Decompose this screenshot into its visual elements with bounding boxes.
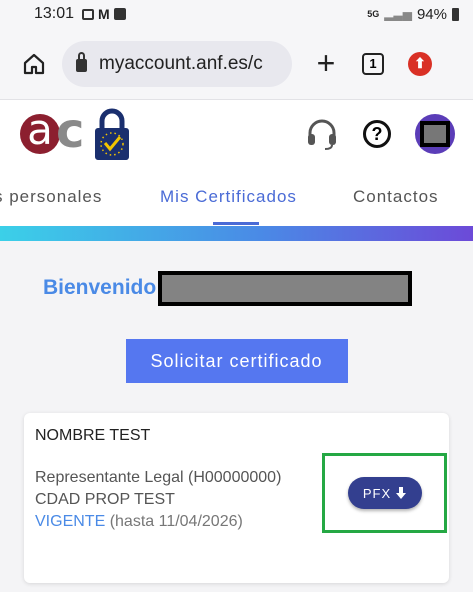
logo-c-mark: c (56, 103, 85, 159)
system-icons: 5G ▂▃▅ 94% (367, 6, 459, 23)
headset-support-icon[interactable] (305, 117, 339, 151)
section-tabs: s personales Mis Certificados Contactos (0, 168, 473, 226)
network-label: 5G (367, 9, 380, 19)
pfx-label: PFX (362, 485, 392, 501)
avatar-redacted (420, 121, 450, 147)
signal-icon: ▂▃▅ (384, 7, 412, 21)
battery-text: 94% (416, 5, 447, 23)
tab-mis-certificados[interactable]: Mis Certificados (160, 168, 297, 226)
anf-logo[interactable]: a c (20, 103, 130, 161)
home-button[interactable] (16, 46, 52, 82)
avatar[interactable] (415, 114, 455, 154)
active-tab-indicator (213, 222, 259, 225)
tab-switcher-button[interactable]: 1 (362, 52, 384, 75)
plus-icon: + (316, 45, 336, 81)
redacted-user-name (158, 270, 413, 306)
url-bar[interactable]: myaccount.anf.es/c (62, 40, 292, 87)
arrow-up-icon: ⬆ (414, 55, 426, 71)
help-icon[interactable]: ? (363, 120, 391, 148)
battery-icon (452, 7, 459, 21)
clock: 13:01 (34, 5, 75, 22)
main-content: Bienvenido Solicitar certificado NOMBRE … (0, 255, 473, 583)
browser-toolbar: myaccount.anf.es/c + 1 ⬆ (0, 28, 473, 100)
header-actions: ? (305, 114, 455, 154)
welcome-row: Bienvenido (24, 255, 449, 321)
tab-datos-personales[interactable]: s personales (0, 168, 102, 226)
certificate-card: NOMBRE TEST Representante Legal (H000000… (24, 413, 449, 583)
certificate-name: NOMBRE TEST (35, 427, 151, 444)
gradient-divider (0, 226, 473, 241)
download-arrow-icon (396, 487, 407, 499)
tab-contactos[interactable]: Contactos (353, 168, 439, 226)
welcome-label: Bienvenido (43, 276, 157, 299)
notification-icons: M (82, 6, 126, 22)
request-certificate-button[interactable]: Solicitar certificado (125, 339, 348, 383)
pfx-download-button[interactable]: PFX (347, 477, 422, 509)
logo-a-mark: a (20, 109, 60, 154)
home-icon (23, 53, 45, 74)
new-tab-button[interactable]: + (308, 45, 344, 82)
lock-icon (76, 52, 87, 72)
valid-until: (hasta 11/04/2026) (109, 513, 243, 530)
update-button[interactable]: ⬆ (408, 51, 432, 76)
padlock-logo-icon (95, 108, 130, 160)
url-text: myaccount.anf.es/c (99, 52, 263, 74)
status-bar: 13:01 M 5G ▂▃▅ 94% (0, 0, 473, 28)
highlight-box: PFX (322, 453, 447, 533)
gallery-icon (82, 8, 95, 20)
status-badge: VIGENTE (35, 513, 106, 530)
bag-icon (113, 8, 126, 20)
cta-wrap: Solicitar certificado (24, 339, 449, 383)
gmail-icon: M (98, 6, 110, 22)
app-header: a c ? (0, 100, 473, 168)
